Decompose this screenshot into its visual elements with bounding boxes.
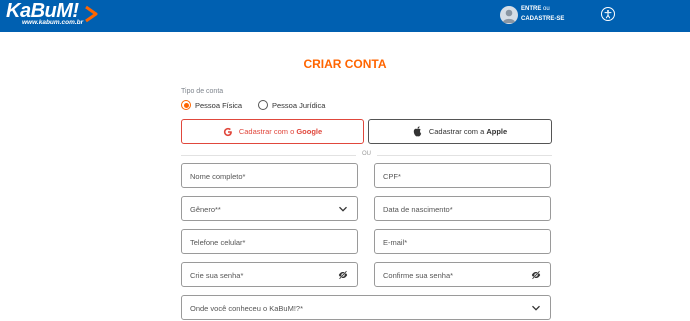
radio-pessoa-juridica[interactable]: Pessoa Jurídica [258, 99, 325, 111]
page-title: CRIAR CONTA [303, 57, 387, 71]
radio-pessoa-juridica-label: Pessoa Jurídica [272, 100, 326, 110]
gender-select[interactable]: Gênero** [181, 196, 358, 221]
chevron-down-icon [339, 206, 347, 212]
google-signup-button[interactable]: Cadastrar com o Google [181, 119, 364, 144]
kabum-logo[interactable]: KaBuM! www.kabum.com.br [6, 0, 98, 30]
login-label: ENTRE [521, 6, 542, 12]
apple-button-prefix: Cadastrar com a [428, 127, 485, 136]
apple-icon [413, 126, 422, 137]
confirm-password-field[interactable]: Confirme sua senha* [374, 262, 551, 287]
email-field[interactable]: E-mail* [374, 229, 551, 254]
register-label: CADASTRE-SE [521, 16, 565, 22]
accessibility-icon [604, 9, 612, 19]
apple-button-text: Cadastrar com a Apple [429, 127, 507, 136]
full-name-placeholder: Nome completo* [190, 172, 246, 181]
referral-placeholder: Onde você conheceu o KaBuM!?* [190, 304, 303, 313]
eye-off-icon[interactable] [338, 270, 348, 280]
google-button-prefix: Cadastrar com o [238, 127, 295, 136]
login-text: ENTRE ou [521, 6, 550, 12]
referral-select[interactable]: Onde você conheceu o KaBuM!?* [181, 295, 551, 320]
user-avatar-icon [500, 6, 518, 24]
password-placeholder: Crie sua senha* [190, 271, 244, 280]
birth-date-field[interactable]: Data de nascimento* [374, 196, 551, 221]
mobile-phone-placeholder: Telefone celular* [190, 238, 246, 247]
or-label: OU [362, 151, 371, 157]
apple-signup-button[interactable]: Cadastrar com a Apple [368, 119, 552, 144]
google-icon [223, 127, 232, 136]
logo-url-text: www.kabum.com.br [22, 19, 84, 26]
radio-pessoa-fisica[interactable]: Pessoa Física [181, 99, 242, 111]
cpf-field[interactable]: CPF* [374, 163, 551, 188]
account-type-label: Tipo de conta [181, 88, 224, 95]
apple-button-brand: Apple [486, 127, 508, 136]
radio-pessoa-juridica-control[interactable] [258, 100, 268, 110]
logo-arrow-icon [85, 5, 98, 23]
password-field[interactable]: Crie sua senha* [181, 262, 358, 287]
mobile-phone-field[interactable]: Telefone celular* [181, 229, 358, 254]
google-button-text: Cadastrar com o Google [239, 127, 322, 136]
login-or-label: ou [543, 6, 550, 12]
top-header: KaBuM! www.kabum.com.br ENTRE ou CADASTR… [0, 0, 690, 32]
google-button-brand: Google [296, 127, 323, 136]
gender-placeholder: Gênero** [190, 205, 221, 214]
radio-pessoa-fisica-control[interactable] [181, 100, 191, 110]
or-divider: OU [181, 151, 552, 159]
birth-date-placeholder: Data de nascimento* [383, 205, 453, 214]
cpf-placeholder: CPF* [383, 172, 401, 181]
chevron-down-icon [532, 305, 540, 311]
email-placeholder: E-mail* [383, 238, 408, 247]
confirm-password-placeholder: Confirme sua senha* [383, 271, 454, 280]
eye-off-icon[interactable] [531, 270, 541, 280]
radio-pessoa-fisica-label: Pessoa Física [195, 100, 243, 110]
full-name-field[interactable]: Nome completo* [181, 163, 358, 188]
accessibility-button[interactable] [601, 7, 615, 21]
